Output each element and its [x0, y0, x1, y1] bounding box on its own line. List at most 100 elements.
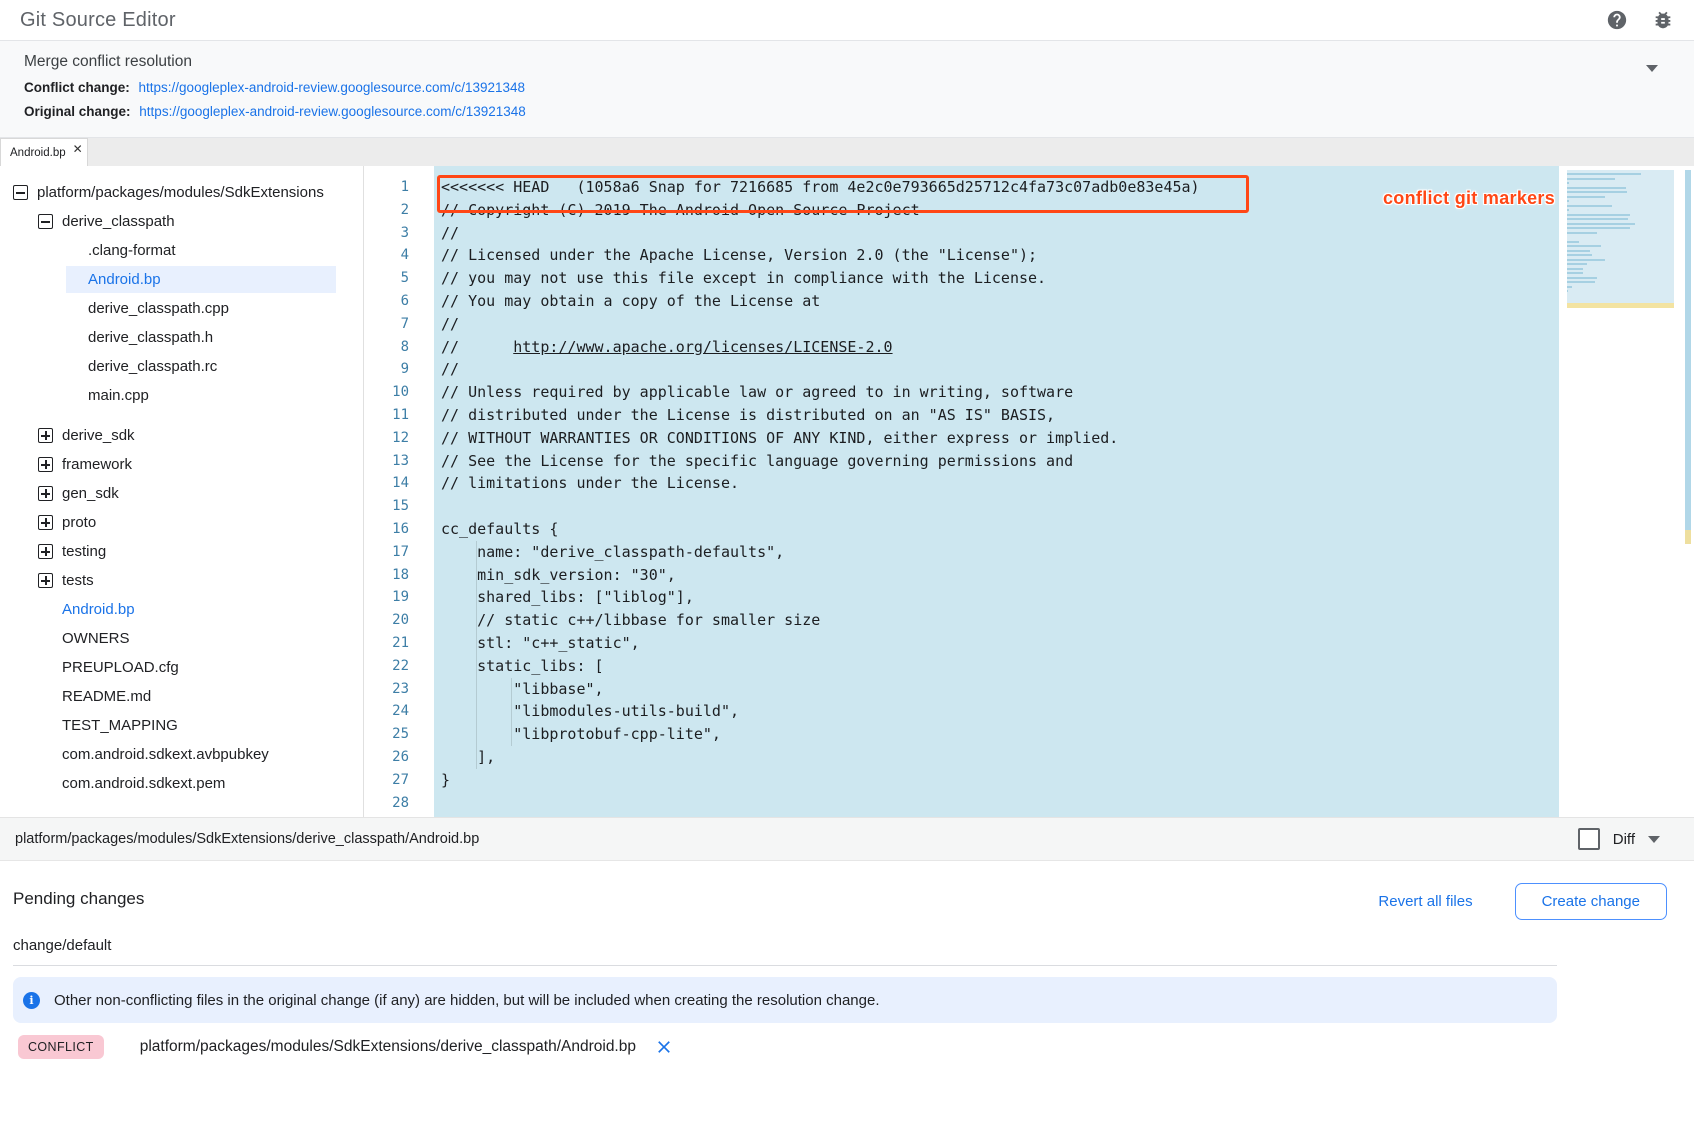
code-line: // Licensed under the Apache License, Ve… [434, 244, 1559, 267]
code-line [434, 792, 1559, 815]
file-path-bar: platform/packages/modules/SdkExtensions/… [0, 817, 1694, 861]
tree-folder-proto[interactable]: proto [0, 508, 363, 537]
minimap-line [1567, 254, 1592, 256]
divider [13, 965, 1557, 966]
chevron-down-icon[interactable] [1646, 65, 1658, 72]
code-content[interactable]: <<<<<<< HEAD (1058a6 Snap for 7216685 fr… [434, 176, 1559, 814]
tree-file-.clang-format[interactable]: .clang-format [0, 236, 363, 265]
line-number: 24 [364, 700, 434, 723]
tree-folder-gen_sdk[interactable]: gen_sdk [0, 479, 363, 508]
create-change-button[interactable]: Create change [1515, 883, 1667, 920]
minimap-line [1567, 205, 1612, 207]
code-line: // [434, 358, 1559, 381]
line-number: 4 [364, 244, 434, 267]
tree-file-com.android.sdkext.pem[interactable]: com.android.sdkext.pem [0, 769, 363, 798]
minimap-line [1567, 214, 1630, 216]
minimap-line [1567, 286, 1572, 288]
collapse-minus-icon[interactable] [38, 214, 53, 229]
minimap-line [1567, 277, 1597, 279]
original-change-link[interactable]: https://googleplex-android-review.google… [139, 104, 526, 119]
line-number: 14 [364, 472, 434, 495]
code-line: // [434, 222, 1559, 245]
close-icon[interactable]: ✕ [73, 143, 83, 155]
scrollbar-marker-yellow [1685, 530, 1691, 544]
collapse-minus-icon[interactable] [13, 185, 28, 200]
code-line: static_libs: [ [434, 655, 1559, 678]
minimap[interactable] [1567, 170, 1674, 308]
conflict-status-badge: CONFLICT [18, 1035, 104, 1059]
line-number: 1 [364, 176, 434, 199]
tree-folder-derive_sdk[interactable]: derive_sdk [0, 421, 363, 450]
chevron-down-icon[interactable] [1648, 836, 1660, 843]
help-icon[interactable] [1606, 9, 1628, 31]
minimap-line [1567, 259, 1605, 261]
minimap-line [1567, 263, 1587, 265]
expand-plus-icon[interactable] [38, 515, 53, 530]
tree-item-label: framework [62, 456, 132, 473]
tree-folder-platform/packages/modules/SdkExtensions[interactable]: platform/packages/modules/SdkExtensions [0, 178, 363, 207]
tree-file-TEST_MAPPING[interactable]: TEST_MAPPING [0, 711, 363, 740]
tree-file-derive_classpath.h[interactable]: derive_classpath.h [0, 323, 363, 352]
tree-folder-derive_classpath[interactable]: derive_classpath [0, 207, 363, 236]
minimap-line [1567, 178, 1615, 180]
minimap-line [1567, 245, 1601, 247]
code-line: // you may not use this file except in c… [434, 267, 1559, 290]
line-number: 8 [364, 336, 434, 359]
original-change-row: Original change: https://googleplex-andr… [24, 104, 1670, 119]
line-number: 25 [364, 723, 434, 746]
file-tree: platform/packages/modules/SdkExtensionsd… [0, 166, 363, 817]
minimap-line [1567, 272, 1583, 274]
tree-item-label: main.cpp [88, 387, 149, 404]
line-number: 16 [364, 518, 434, 541]
expand-plus-icon[interactable] [38, 428, 53, 443]
tree-item-label: gen_sdk [62, 485, 119, 502]
editor-scrollbar[interactable] [1685, 170, 1691, 817]
tree-file-Android.bp[interactable]: Android.bp [0, 595, 363, 624]
tree-file-com.android.sdkext.avbpubkey[interactable]: com.android.sdkext.avbpubkey [0, 740, 363, 769]
line-number: 12 [364, 427, 434, 450]
line-number: 3 [364, 222, 434, 245]
tree-file-OWNERS[interactable]: OWNERS [0, 624, 363, 653]
tree-folder-framework[interactable]: framework [0, 450, 363, 479]
minimap-line [1567, 232, 1597, 234]
expand-plus-icon[interactable] [38, 573, 53, 588]
minimap-line [1567, 209, 1569, 211]
tree-file-derive_classpath.cpp[interactable]: derive_classpath.cpp [0, 294, 363, 323]
tab-label: Android.bp [10, 147, 66, 159]
code-editor[interactable]: 1234567891011121314151617181920212223242… [363, 166, 1694, 817]
tree-item-label: derive_classpath.h [88, 329, 213, 346]
revert-all-files-button[interactable]: Revert all files [1378, 893, 1472, 910]
expand-plus-icon[interactable] [38, 544, 53, 559]
git-source-editor-app: Git Source Editor Merge conflict resolut… [0, 0, 1694, 1137]
tree-file-PREUPLOAD.cfg[interactable]: PREUPLOAD.cfg [0, 653, 363, 682]
tab-android-bp[interactable]: Android.bp ✕ [0, 138, 88, 166]
line-number: 22 [364, 655, 434, 678]
close-icon[interactable] [654, 1037, 674, 1057]
code-line: // See the License for the specific lang… [434, 450, 1559, 473]
original-change-label: Original change: [24, 104, 131, 119]
diff-checkbox[interactable] [1578, 828, 1600, 850]
conflict-change-link[interactable]: https://googleplex-android-review.google… [139, 80, 526, 95]
tree-file-main.cpp[interactable]: main.cpp [0, 381, 363, 410]
minimap-line [1567, 196, 1605, 198]
expand-plus-icon[interactable] [38, 486, 53, 501]
tree-folder-tests[interactable]: tests [0, 566, 363, 595]
diff-control: Diff [1578, 828, 1660, 850]
pending-changes-section: Pending changes Revert all files Create … [0, 861, 1694, 1137]
code-line: } [434, 769, 1559, 792]
tree-item-label: derive_sdk [62, 427, 135, 444]
tree-file-README.md[interactable]: README.md [0, 682, 363, 711]
line-number: 2 [364, 199, 434, 222]
tree-file-derive_classpath.rc[interactable]: derive_classpath.rc [0, 352, 363, 381]
tree-item-label: OWNERS [62, 630, 130, 647]
scrollbar-thumb[interactable] [1685, 170, 1691, 530]
info-icon: i [23, 992, 40, 1009]
line-number: 21 [364, 632, 434, 655]
bug-icon[interactable] [1652, 9, 1674, 31]
tree-file-Android.bp[interactable]: Android.bp [0, 265, 363, 294]
code-line: // limitations under the License. [434, 472, 1559, 495]
line-number: 5 [364, 267, 434, 290]
tree-folder-testing[interactable]: testing [0, 537, 363, 566]
line-number: 11 [364, 404, 434, 427]
expand-plus-icon[interactable] [38, 457, 53, 472]
